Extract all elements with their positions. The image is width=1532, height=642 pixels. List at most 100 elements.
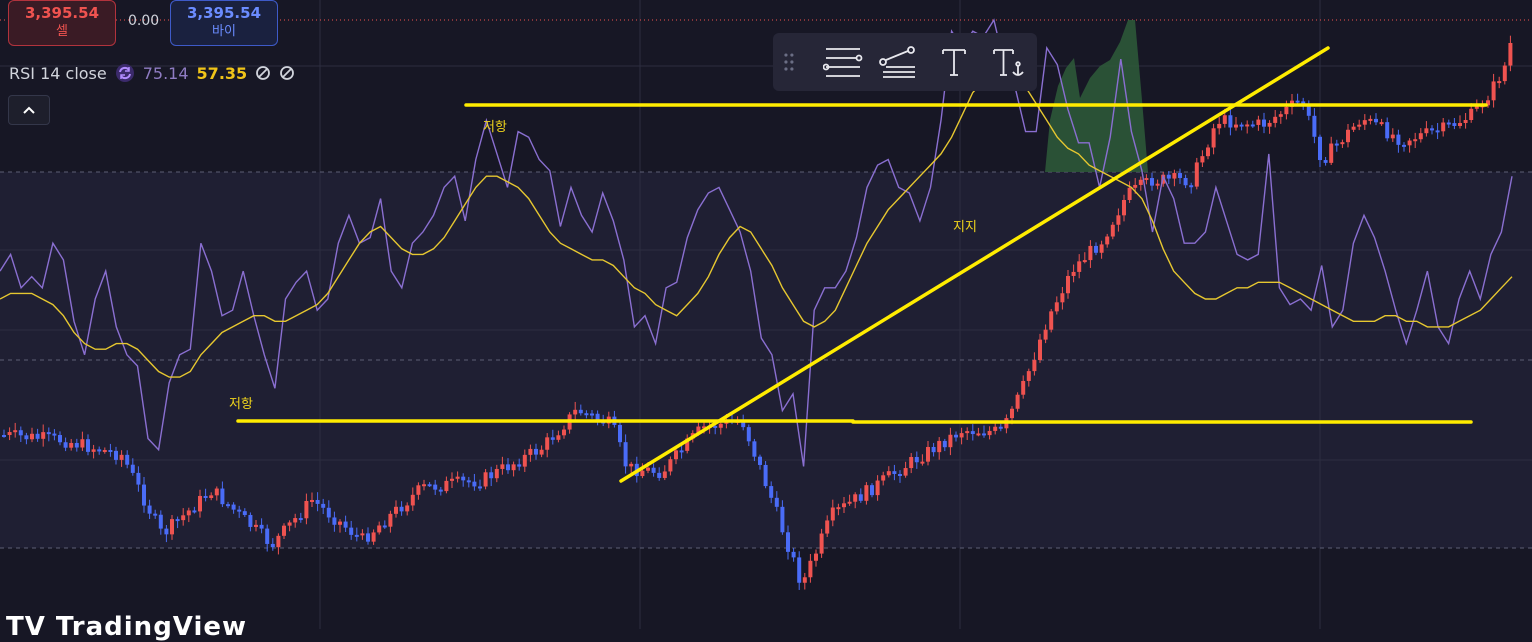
candle-body	[1362, 120, 1367, 125]
candle-body	[416, 485, 421, 495]
indicator-title[interactable]: RSI 14 close	[9, 64, 107, 83]
candle-body	[1116, 215, 1121, 225]
candle-body	[30, 433, 34, 440]
candle-body	[562, 429, 566, 436]
candle-body	[326, 507, 331, 518]
candle-body	[382, 525, 387, 528]
candle-body	[69, 442, 74, 448]
candle-body	[46, 432, 51, 435]
candle-body	[898, 473, 902, 476]
candle-body	[987, 430, 992, 436]
text-tool-button[interactable]	[926, 42, 982, 82]
candle-body	[802, 577, 807, 583]
candle-body	[1418, 133, 1423, 140]
indicator-legend[interactable]: RSI 14 close 75.14 57.35	[9, 62, 295, 84]
candle-body	[1049, 311, 1054, 330]
candle-body	[209, 495, 214, 499]
candle-body	[954, 434, 958, 438]
candle-body	[366, 533, 370, 542]
candle-body	[1222, 115, 1227, 124]
candle-body	[18, 430, 23, 436]
candle-body	[388, 513, 393, 527]
candle-body	[545, 437, 550, 450]
candle-body	[942, 440, 947, 448]
candle-body	[254, 524, 258, 527]
candle-body	[590, 413, 594, 416]
candle-body	[1239, 124, 1244, 127]
candle-body	[1334, 143, 1339, 146]
candle-body	[450, 478, 454, 481]
candle-body	[108, 450, 113, 453]
candle-body	[41, 432, 46, 439]
candle-body	[1452, 123, 1457, 126]
candle-body	[130, 464, 135, 473]
candle-body	[595, 413, 600, 420]
candle-body	[114, 450, 118, 460]
candle-body	[1043, 329, 1048, 340]
candle-body	[853, 494, 858, 502]
candle-body	[623, 442, 628, 467]
candle-body	[651, 467, 656, 473]
candle-body	[1217, 123, 1222, 129]
candle-body	[170, 519, 174, 535]
drag-handle-icon[interactable]	[781, 48, 797, 76]
candle-body	[1256, 119, 1261, 125]
candle-body	[7, 432, 12, 436]
candle-body	[1502, 65, 1507, 82]
resistance-label[interactable]: 저항	[229, 393, 253, 412]
anchored-text-tool-button[interactable]	[981, 42, 1037, 82]
candle-body	[1150, 178, 1154, 186]
candle-body	[926, 446, 930, 462]
candle-body	[1189, 185, 1194, 188]
candle-body	[1166, 174, 1171, 179]
refresh-icon[interactable]	[115, 63, 135, 83]
candle-body	[242, 511, 247, 515]
candle-body	[1138, 179, 1143, 185]
path-tool-button[interactable]	[870, 42, 926, 82]
candle-body	[214, 488, 219, 496]
drawing-toolbar[interactable]	[773, 33, 1037, 91]
candle-body	[517, 464, 522, 467]
candle-body	[1054, 302, 1059, 312]
candle-body	[231, 504, 236, 510]
candle-body	[522, 454, 527, 467]
candle-body	[982, 433, 986, 436]
candle-body	[2, 435, 6, 437]
candle-body	[1099, 244, 1104, 253]
candle-body	[1413, 139, 1418, 142]
candle-body	[1172, 173, 1177, 179]
candle-body	[405, 505, 410, 512]
candle-body	[259, 524, 264, 529]
chart-canvas[interactable]	[0, 0, 1532, 629]
resistance-label[interactable]: 저항	[483, 116, 507, 135]
buy-button[interactable]: 3,395.54 바이	[170, 0, 278, 46]
candle-body	[455, 476, 460, 479]
candle-body	[142, 484, 146, 506]
support-label[interactable]: 지지	[953, 216, 977, 235]
candle-body	[1066, 275, 1070, 294]
candle-body	[1228, 115, 1233, 128]
collapse-legend-button[interactable]	[8, 95, 50, 125]
candle-body	[1273, 116, 1278, 123]
candle-body	[534, 448, 538, 455]
candle-body	[438, 489, 443, 492]
candle-body	[556, 435, 561, 440]
candle-body	[500, 464, 505, 469]
candle-body	[1346, 129, 1350, 143]
text-icon	[941, 49, 966, 76]
candle-body	[1267, 122, 1272, 127]
candle-body	[1441, 122, 1446, 132]
candle-body	[164, 528, 169, 535]
candle-body	[1396, 134, 1401, 145]
spread-value: 0.00	[128, 13, 160, 29]
horizontal-lines-tool-button[interactable]	[815, 42, 871, 82]
candle-body	[1183, 177, 1188, 186]
sell-label: 셀	[56, 24, 68, 39]
candle-body	[886, 471, 891, 476]
candle-body	[147, 505, 152, 514]
candle-body	[825, 520, 830, 534]
candle-body	[354, 534, 359, 537]
sell-button[interactable]: 3,395.54 셀	[8, 0, 116, 46]
candle-body	[528, 448, 533, 455]
candle-body	[276, 535, 281, 548]
